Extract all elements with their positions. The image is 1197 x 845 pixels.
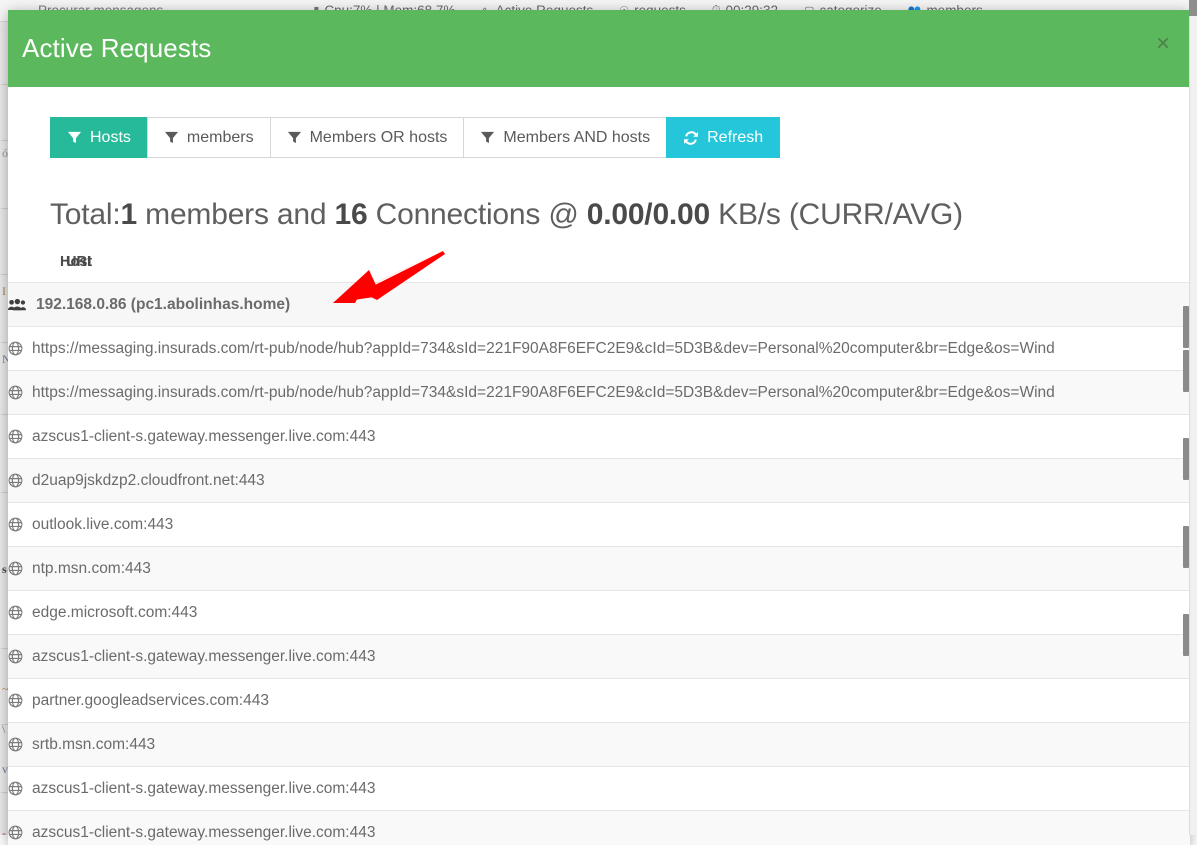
globe-icon bbox=[8, 825, 23, 840]
filter-icon bbox=[67, 130, 82, 145]
globe-icon bbox=[8, 385, 23, 400]
uri-label: srtb.msn.com:443 bbox=[32, 736, 155, 754]
table-head: Host URI bbox=[8, 254, 1190, 283]
refresh-label: Refresh bbox=[707, 129, 763, 147]
users-icon bbox=[8, 298, 26, 312]
totals-rate-units: KB/s (CURR/AVG) bbox=[710, 198, 963, 231]
uri-cell: ntp.msn.com:443 bbox=[8, 547, 1190, 591]
column-header-host: Host bbox=[8, 254, 66, 283]
uri-cell: azscus1-client-s.gateway.messenger.live.… bbox=[8, 767, 1190, 811]
uri-cell: azscus1-client-s.gateway.messenger.live.… bbox=[8, 811, 1190, 845]
close-icon[interactable]: × bbox=[1156, 32, 1170, 56]
uri-cell: https://messaging.insurads.com/rt-pub/no… bbox=[8, 327, 1190, 371]
totals-members-count: 1 bbox=[121, 198, 138, 231]
totals-connections-label: Connections @ bbox=[367, 198, 586, 231]
uri-label: azscus1-client-s.gateway.messenger.live.… bbox=[32, 824, 375, 842]
filter-button-group: Hosts members Members OR hosts bbox=[50, 117, 780, 158]
refresh-icon bbox=[683, 130, 699, 146]
globe-icon bbox=[8, 429, 23, 444]
filter-hosts-label: Hosts bbox=[90, 129, 131, 147]
filter-members-button[interactable]: members bbox=[147, 117, 270, 158]
globe-icon bbox=[8, 693, 23, 708]
refresh-button[interactable]: Refresh bbox=[666, 117, 780, 158]
totals-members-label: members and bbox=[137, 198, 334, 231]
globe-icon bbox=[8, 649, 23, 664]
uri-label: edge.microsoft.com:443 bbox=[32, 604, 197, 622]
uri-cell: azscus1-client-s.gateway.messenger.live.… bbox=[8, 635, 1190, 679]
uri-cell: outlook.live.com:443 bbox=[8, 503, 1190, 547]
filter-members-and-hosts-button[interactable]: Members AND hosts bbox=[463, 117, 666, 158]
table-row[interactable]: d2uap9jskdzp2.cloudfront.net:443 bbox=[8, 459, 1190, 503]
uri-label: azscus1-client-s.gateway.messenger.live.… bbox=[32, 648, 375, 666]
uri-label: partner.googleadservices.com:443 bbox=[32, 692, 269, 710]
globe-icon bbox=[8, 473, 23, 488]
globe-icon bbox=[8, 341, 23, 356]
uri-label: outlook.live.com:443 bbox=[32, 516, 173, 534]
column-header-uri: URI bbox=[66, 254, 1190, 283]
uri-label: https://messaging.insurads.com/rt-pub/no… bbox=[32, 384, 1055, 402]
uri-cell: partner.googleadservices.com:443 bbox=[8, 679, 1190, 723]
uri-label: ntp.msn.com:443 bbox=[32, 560, 151, 578]
globe-icon bbox=[8, 517, 23, 532]
globe-icon bbox=[8, 737, 23, 752]
uri-label: azscus1-client-s.gateway.messenger.live.… bbox=[32, 428, 375, 446]
totals-summary: Total:1 members and 16 Connections @ 0.0… bbox=[50, 198, 1190, 232]
globe-icon bbox=[8, 781, 23, 796]
totals-prefix: Total: bbox=[50, 198, 121, 231]
table-row[interactable]: edge.microsoft.com:443 bbox=[8, 591, 1190, 635]
uri-cell: d2uap9jskdzp2.cloudfront.net:443 bbox=[8, 459, 1190, 503]
table-row[interactable]: ntp.msn.com:443 bbox=[8, 547, 1190, 591]
host-group-row[interactable]: 192.168.0.86 (pc1.abolinhas.home) bbox=[8, 283, 1190, 327]
uri-cell: azscus1-client-s.gateway.messenger.live.… bbox=[8, 415, 1190, 459]
uri-label: d2uap9jskdzp2.cloudfront.net:443 bbox=[32, 472, 265, 490]
table-row[interactable]: srtb.msn.com:443 bbox=[8, 723, 1190, 767]
table-row[interactable]: azscus1-client-s.gateway.messenger.live.… bbox=[8, 415, 1190, 459]
modal-title: Active Requests bbox=[22, 33, 211, 64]
host-group-cell: 192.168.0.86 (pc1.abolinhas.home) bbox=[8, 283, 1190, 327]
table-row[interactable]: https://messaging.insurads.com/rt-pub/no… bbox=[8, 327, 1190, 371]
uri-cell: https://messaging.insurads.com/rt-pub/no… bbox=[8, 371, 1190, 415]
table-row[interactable]: azscus1-client-s.gateway.messenger.live.… bbox=[8, 811, 1190, 845]
window-scrollbar-thumb[interactable] bbox=[1189, 0, 1197, 16]
globe-icon bbox=[8, 561, 23, 576]
filter-members-label: members bbox=[187, 129, 254, 147]
table-body: 192.168.0.86 (pc1.abolinhas.home) https:… bbox=[8, 283, 1190, 845]
table-row[interactable]: https://messaging.insurads.com/rt-pub/no… bbox=[8, 371, 1190, 415]
table-row[interactable]: azscus1-client-s.gateway.messenger.live.… bbox=[8, 767, 1190, 811]
filter-icon bbox=[287, 130, 302, 145]
active-requests-modal: Active Requests × Hosts members bbox=[8, 10, 1190, 845]
requests-table: Host URI bbox=[8, 254, 1190, 845]
filter-icon bbox=[164, 130, 179, 145]
table-row[interactable]: partner.googleadservices.com:443 bbox=[8, 679, 1190, 723]
filter-icon bbox=[480, 130, 495, 145]
modal-body: Hosts members Members OR hosts bbox=[8, 87, 1190, 845]
filter-members-or-hosts-button[interactable]: Members OR hosts bbox=[270, 117, 464, 158]
table-row[interactable]: outlook.live.com:443 bbox=[8, 503, 1190, 547]
window-scrollbar[interactable] bbox=[1189, 0, 1197, 835]
filter-members-or-hosts-label: Members OR hosts bbox=[310, 129, 448, 147]
globe-icon bbox=[8, 605, 23, 620]
uri-cell: edge.microsoft.com:443 bbox=[8, 591, 1190, 635]
uri-cell: srtb.msn.com:443 bbox=[8, 723, 1190, 767]
uri-label: azscus1-client-s.gateway.messenger.live.… bbox=[32, 780, 375, 798]
filter-members-and-hosts-label: Members AND hosts bbox=[503, 129, 650, 147]
host-group-label: 192.168.0.86 (pc1.abolinhas.home) bbox=[36, 296, 290, 314]
totals-rate: 0.00/0.00 bbox=[587, 198, 710, 231]
requests-table-wrapper: Host URI bbox=[8, 254, 1190, 845]
uri-label: https://messaging.insurads.com/rt-pub/no… bbox=[32, 340, 1055, 358]
table-header-row: Host URI bbox=[8, 254, 1190, 283]
filter-hosts-button[interactable]: Hosts bbox=[50, 117, 147, 158]
table-row[interactable]: azscus1-client-s.gateway.messenger.live.… bbox=[8, 635, 1190, 679]
modal-header: Active Requests × bbox=[8, 10, 1190, 87]
totals-connections-count: 16 bbox=[335, 198, 368, 231]
